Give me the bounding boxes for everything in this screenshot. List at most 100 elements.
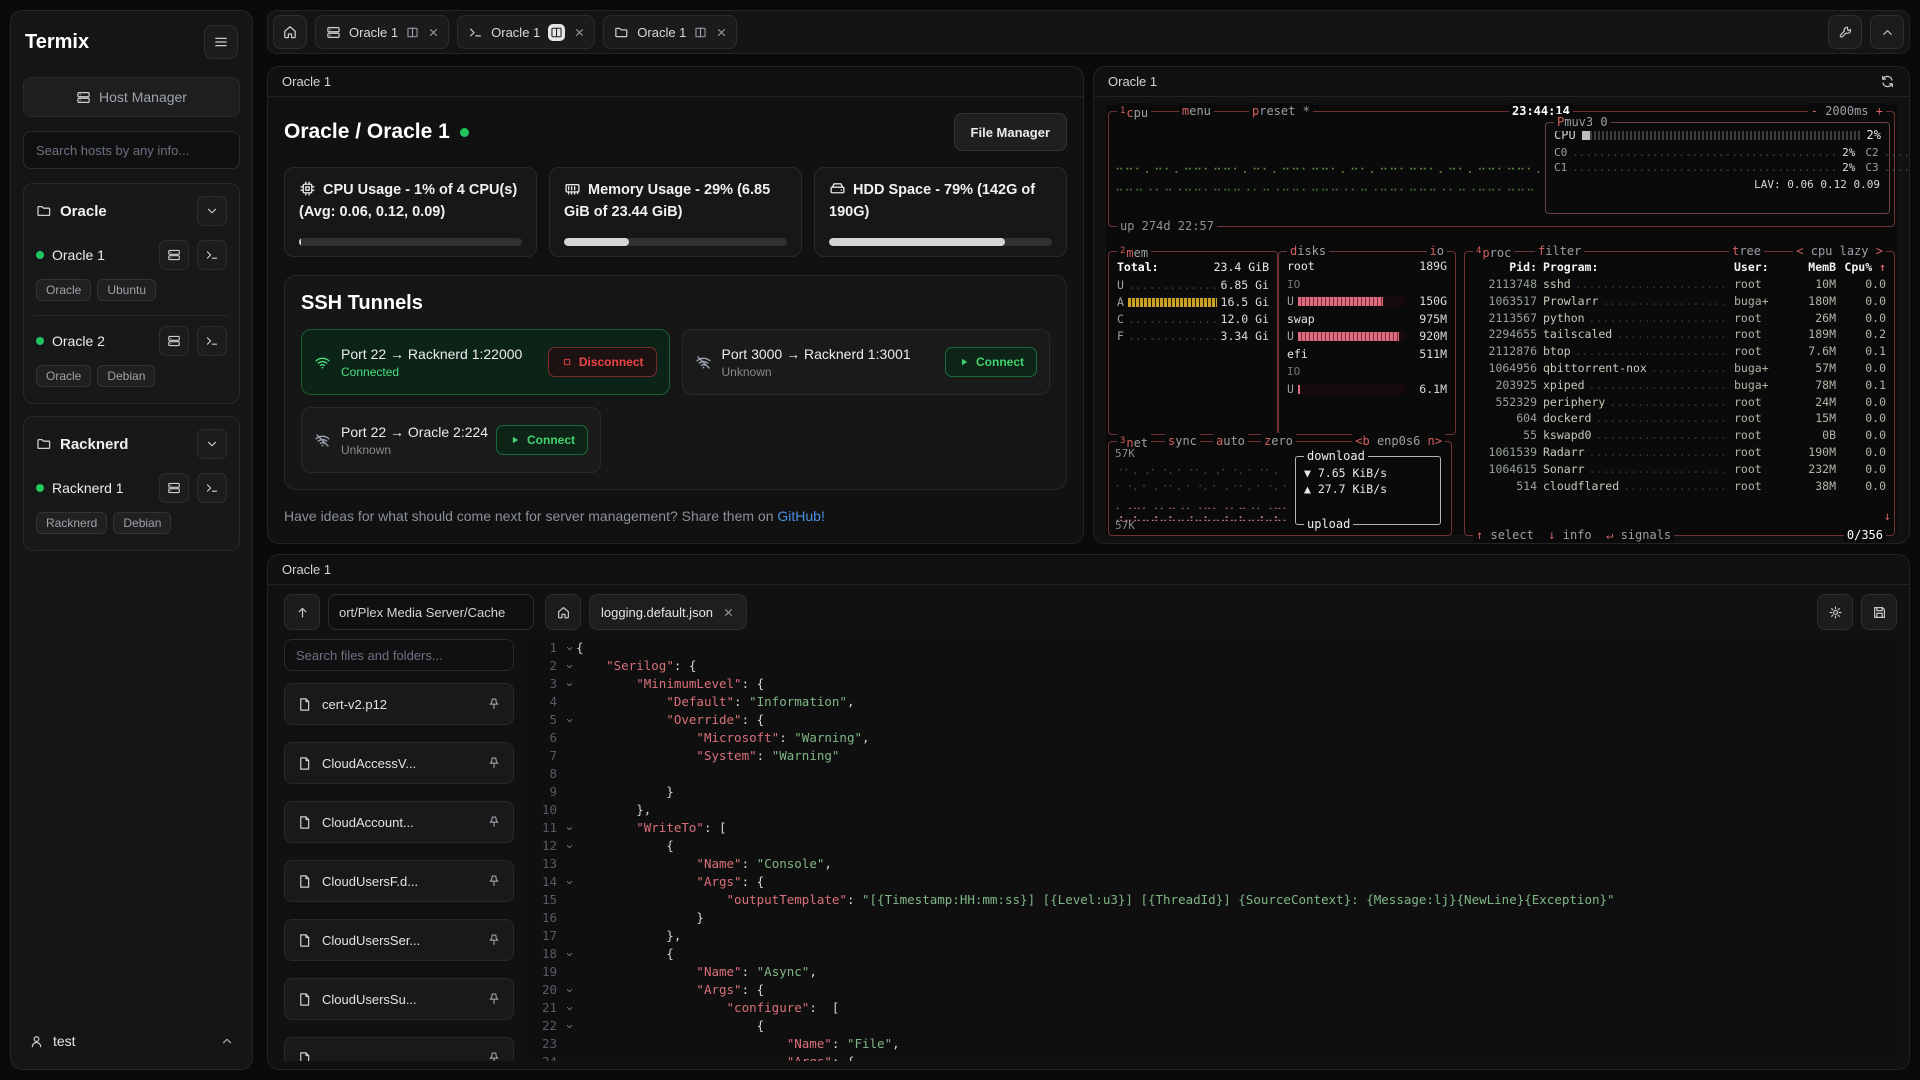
editor-line[interactable]: 10 }, — [528, 801, 1897, 819]
editor-line[interactable]: 9 } — [528, 783, 1897, 801]
connect-button[interactable]: Connect — [496, 425, 588, 455]
refresh-icon[interactable] — [1880, 74, 1895, 89]
up-directory-button[interactable] — [284, 594, 320, 630]
pin-icon[interactable] — [487, 933, 501, 947]
process-row[interactable]: 1063517 Prowlarr........................… — [1473, 293, 1886, 310]
split-view-icon[interactable] — [694, 26, 707, 39]
pin-icon[interactable] — [487, 815, 501, 829]
tools-button[interactable] — [1828, 15, 1862, 49]
home-button[interactable] — [273, 15, 307, 49]
proc-tree-label[interactable]: tree — [1729, 243, 1764, 260]
editor-line[interactable]: 2 "Serilog": { — [528, 657, 1897, 675]
editor-tab[interactable]: logging.default.json — [589, 594, 747, 630]
file-item-partial[interactable] — [284, 1037, 514, 1061]
disks-io-label[interactable]: io — [1427, 243, 1447, 260]
path-input[interactable] — [328, 594, 534, 630]
proc-filter-label[interactable]: filter — [1535, 243, 1584, 260]
close-icon[interactable] — [722, 606, 735, 619]
editor-line[interactable]: 8 — [528, 765, 1897, 783]
file-item[interactable]: cert-v2.p12 — [284, 683, 514, 725]
pin-icon[interactable] — [487, 992, 501, 1006]
open-terminal-button[interactable] — [197, 326, 227, 356]
net-auto-label[interactable]: auto — [1213, 433, 1248, 450]
process-row[interactable]: 604 dockerd.............................… — [1473, 410, 1886, 427]
proc-scroll-indicator[interactable]: ↓ — [1883, 509, 1892, 523]
pin-icon[interactable] — [487, 697, 501, 711]
split-view-icon[interactable] — [406, 26, 419, 39]
file-manager-button[interactable]: File Manager — [954, 113, 1067, 151]
net-sync-label[interactable]: sync — [1165, 433, 1200, 450]
editor-line[interactable]: 22 { — [528, 1017, 1897, 1035]
process-row[interactable]: 2294655 tailscaled......................… — [1473, 326, 1886, 343]
editor-line[interactable]: 18 { — [528, 945, 1897, 963]
open-stats-button[interactable] — [159, 473, 189, 503]
preset-label[interactable]: preset * — [1249, 103, 1313, 120]
collapse-group-button[interactable] — [197, 429, 227, 459]
file-item[interactable]: CloudUsersSu... — [284, 978, 514, 1020]
file-home-button[interactable] — [545, 594, 581, 630]
editor-line[interactable]: 23 "Name": "File", — [528, 1035, 1897, 1053]
refresh-interval[interactable]: - 2000ms + — [1808, 103, 1886, 120]
fold-icon[interactable] — [562, 1053, 576, 1061]
tab-close-icon[interactable] — [573, 26, 586, 39]
connect-button[interactable]: Connect — [945, 347, 1037, 377]
editor-line[interactable]: 14 "Args": { — [528, 873, 1897, 891]
settings-button[interactable] — [1817, 594, 1853, 630]
editor-line[interactable]: 17 }, — [528, 927, 1897, 945]
menu-label[interactable]: menu — [1179, 103, 1214, 120]
collapse-group-button[interactable] — [197, 196, 227, 226]
open-terminal-button[interactable] — [197, 240, 227, 270]
pin-icon[interactable] — [487, 1051, 501, 1061]
file-item[interactable]: CloudAccessV... — [284, 742, 514, 784]
fold-icon[interactable] — [562, 999, 576, 1017]
open-terminal-button[interactable] — [197, 473, 227, 503]
tab-close-icon[interactable] — [715, 26, 728, 39]
fold-icon[interactable] — [562, 873, 576, 891]
process-row[interactable]: 2113567 python..........................… — [1473, 310, 1886, 327]
editor-line[interactable]: 1 { — [528, 639, 1897, 657]
disconnect-button[interactable]: Disconnect — [548, 347, 657, 377]
process-row[interactable]: 2112876 btop............................… — [1473, 343, 1886, 360]
fold-icon[interactable] — [562, 1017, 576, 1035]
split-view-icon[interactable] — [548, 24, 565, 41]
editor-line[interactable]: 15 "outputTemplate": "[{Timestamp:HH:mm:… — [528, 891, 1897, 909]
process-row[interactable]: 1064956 qbittorrent-nox.................… — [1473, 360, 1886, 377]
fold-icon[interactable] — [562, 711, 576, 729]
process-row[interactable]: 1061539 Radarr..........................… — [1473, 444, 1886, 461]
file-item[interactable]: CloudUsersSer... — [284, 919, 514, 961]
fold-icon[interactable] — [562, 657, 576, 675]
editor-line[interactable]: 21 "configure": [ — [528, 999, 1897, 1017]
github-link[interactable]: GitHub! — [777, 508, 824, 524]
editor-line[interactable]: 3 "MinimumLevel": { — [528, 675, 1897, 693]
process-row[interactable]: 1064615 Sonarr..........................… — [1473, 461, 1886, 478]
sidebar-footer-user[interactable]: test — [23, 1025, 240, 1057]
process-row[interactable]: 55 kswapd0..............................… — [1473, 427, 1886, 444]
net-zero-label[interactable]: zero — [1261, 433, 1296, 450]
editor-line[interactable]: 11 "WriteTo": [ — [528, 819, 1897, 837]
code-editor[interactable]: 1 {2 "Serilog": {3 "MinimumLevel": {4 "D… — [528, 639, 1897, 1061]
save-button[interactable] — [1861, 594, 1897, 630]
collapse-tabbar-button[interactable] — [1870, 15, 1904, 49]
editor-line[interactable]: 20 "Args": { — [528, 981, 1897, 999]
fold-icon[interactable] — [562, 819, 576, 837]
proc-sort-label[interactable]: < cpu lazy > — [1793, 243, 1886, 260]
host-search-input[interactable] — [23, 131, 240, 169]
tab-folder-2[interactable]: Oracle 1 — [603, 15, 737, 49]
process-row[interactable]: 2113748 sshd............................… — [1473, 276, 1886, 293]
editor-line[interactable]: 19 "Name": "Async", — [528, 963, 1897, 981]
fold-icon[interactable] — [562, 837, 576, 855]
editor-line[interactable]: 12 { — [528, 837, 1897, 855]
fold-icon[interactable] — [562, 981, 576, 999]
process-row[interactable]: 514 cloudflared.........................… — [1473, 478, 1886, 495]
editor-line[interactable]: 5 "Override": { — [528, 711, 1897, 729]
process-row[interactable]: 552329 periphery........................… — [1473, 394, 1886, 411]
tab-terminal-1[interactable]: Oracle 1 — [457, 15, 595, 49]
tab-server-0[interactable]: Oracle 1 — [315, 15, 449, 49]
open-stats-button[interactable] — [159, 326, 189, 356]
pin-icon[interactable] — [487, 874, 501, 888]
editor-line[interactable]: 4 "Default": "Information", — [528, 693, 1897, 711]
sidebar-menu-button[interactable] — [204, 25, 238, 59]
file-item[interactable]: CloudAccount... — [284, 801, 514, 843]
pin-icon[interactable] — [487, 756, 501, 770]
fold-icon[interactable] — [562, 945, 576, 963]
